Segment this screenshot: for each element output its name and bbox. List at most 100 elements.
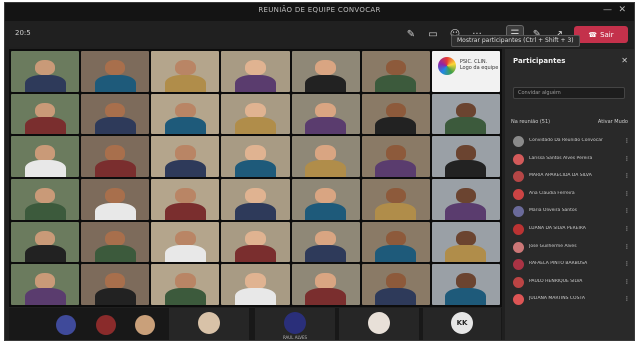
video-tile[interactable] bbox=[11, 93, 80, 135]
video-tile[interactable] bbox=[221, 179, 290, 220]
strip-tile[interactable] bbox=[91, 308, 121, 340]
video-tile[interactable] bbox=[11, 136, 80, 177]
video-tile[interactable] bbox=[151, 221, 220, 263]
participant-row[interactable]: JULIANA MARTINS COSTA ⁞ bbox=[505, 291, 634, 309]
video-tile[interactable] bbox=[291, 93, 360, 135]
mic-icon[interactable]: ⁞ bbox=[626, 137, 628, 145]
video-tile[interactable] bbox=[151, 93, 220, 135]
chat-icon[interactable]: ▭ bbox=[425, 26, 441, 42]
video-tile[interactable] bbox=[291, 136, 360, 177]
mute-all-button[interactable]: Ativar Mudo bbox=[598, 119, 628, 125]
video-tile[interactable] bbox=[361, 221, 430, 263]
mic-icon[interactable]: ⁞ bbox=[626, 190, 628, 198]
mic-icon[interactable]: ⁞ bbox=[626, 278, 628, 286]
participants-panel: Participantes ✕ Convidar alguém Na reuni… bbox=[505, 49, 634, 340]
video-tile[interactable] bbox=[431, 179, 500, 220]
video-tile[interactable] bbox=[361, 264, 430, 305]
video-tile[interactable] bbox=[81, 221, 150, 263]
participant-face bbox=[455, 102, 477, 119]
close-window-icon[interactable]: ✕ bbox=[618, 5, 626, 15]
participant-list: Convidado Da Reunião Convocar ⁞ Larissa Sa… bbox=[505, 133, 634, 309]
participant-body bbox=[375, 202, 417, 220]
video-tile[interactable] bbox=[361, 93, 430, 135]
strip-tile[interactable] bbox=[339, 308, 419, 340]
camera-icon[interactable]: ✎ bbox=[403, 26, 419, 42]
participant-row[interactable]: PAULO HENRIQUE SILVA ⁞ bbox=[505, 274, 634, 292]
strip-tile[interactable]: RAUL ALVES bbox=[255, 308, 335, 340]
strip-tile[interactable] bbox=[169, 308, 249, 340]
video-tile[interactable] bbox=[221, 51, 290, 92]
video-tile[interactable] bbox=[11, 179, 80, 220]
participant-body bbox=[164, 245, 206, 263]
participant-face bbox=[315, 187, 336, 204]
participant-row[interactable]: RAFAELA PINTO BARBOSA ⁞ bbox=[505, 256, 634, 274]
strip-tile[interactable] bbox=[127, 308, 163, 340]
participant-face bbox=[455, 145, 477, 161]
mic-icon[interactable]: ⁞ bbox=[626, 207, 628, 215]
mic-icon[interactable]: ⁞ bbox=[626, 295, 628, 303]
participant-row[interactable]: Ana Claudia Ferreira ⁞ bbox=[505, 186, 634, 204]
video-tile[interactable] bbox=[151, 51, 220, 92]
in-meeting-header[interactable]: Na reunião (51) bbox=[511, 119, 550, 125]
video-tile[interactable] bbox=[11, 221, 80, 263]
invite-input[interactable]: Convidar alguém bbox=[513, 87, 625, 99]
participant-row[interactable]: LUANA DA SILVA PEREIRA ⁞ bbox=[505, 221, 634, 239]
video-tile[interactable] bbox=[221, 136, 290, 177]
video-tile[interactable] bbox=[291, 51, 360, 92]
minimize-icon[interactable]: — bbox=[603, 5, 612, 15]
video-tile[interactable] bbox=[151, 136, 220, 177]
participant-name: Jose Guilherme Alves bbox=[529, 243, 577, 249]
video-tile[interactable] bbox=[431, 93, 500, 135]
participant-face bbox=[315, 59, 336, 76]
video-tile[interactable] bbox=[11, 264, 80, 305]
video-tile[interactable] bbox=[11, 51, 80, 92]
video-tile[interactable] bbox=[81, 179, 150, 220]
mic-icon[interactable]: ⁞ bbox=[626, 225, 628, 233]
video-tile[interactable] bbox=[361, 136, 430, 177]
participant-body bbox=[164, 74, 206, 92]
avatar bbox=[513, 223, 524, 235]
participant-row[interactable]: MARIA APARECIDA DA SILVA ⁞ bbox=[505, 168, 634, 186]
participant-body bbox=[24, 117, 66, 135]
participant-body bbox=[375, 159, 417, 177]
participant-face bbox=[175, 102, 196, 119]
strip-tile[interactable] bbox=[49, 308, 83, 340]
video-tile[interactable] bbox=[291, 221, 360, 263]
video-tile[interactable] bbox=[361, 51, 430, 92]
participant-face bbox=[385, 102, 406, 119]
video-tile[interactable] bbox=[81, 136, 150, 177]
mic-icon[interactable]: ⁞ bbox=[626, 243, 628, 251]
participant-row[interactable]: Jose Guilherme Alves ⁞ bbox=[505, 239, 634, 257]
participant-row[interactable]: Convidado Da Reunião Convocar ⁞ bbox=[505, 133, 634, 151]
video-tile[interactable] bbox=[151, 264, 220, 305]
participant-body bbox=[305, 117, 347, 135]
video-tile[interactable] bbox=[151, 179, 220, 220]
video-tile[interactable] bbox=[81, 93, 150, 135]
avatar bbox=[135, 315, 155, 335]
video-tile[interactable] bbox=[221, 264, 290, 305]
video-tile[interactable] bbox=[361, 179, 430, 220]
team-logo-tile[interactable]: PSIC. CLIN. Logo da equipe bbox=[431, 51, 500, 92]
video-tile[interactable] bbox=[431, 136, 500, 177]
leave-button[interactable]: ☎ Sair bbox=[574, 26, 628, 43]
avatar bbox=[513, 188, 524, 200]
mic-icon[interactable]: ⁞ bbox=[626, 172, 628, 180]
video-tile[interactable] bbox=[221, 221, 290, 263]
participant-name: JULIANA MARTINS COSTA bbox=[529, 296, 585, 302]
video-tile[interactable] bbox=[221, 93, 290, 135]
mic-icon[interactable]: ⁞ bbox=[626, 155, 628, 163]
participant-row[interactable]: Maria Oliveira Santos ⁞ bbox=[505, 203, 634, 221]
video-tile[interactable] bbox=[291, 179, 360, 220]
video-tile[interactable] bbox=[291, 264, 360, 305]
video-tile[interactable] bbox=[431, 221, 500, 263]
video-tile[interactable] bbox=[81, 264, 150, 305]
strip-tile[interactable]: KK bbox=[423, 308, 501, 340]
mic-icon[interactable]: ⁞ bbox=[626, 260, 628, 268]
video-tile[interactable] bbox=[81, 51, 150, 92]
participant-body bbox=[164, 159, 206, 177]
participant-body bbox=[164, 287, 206, 305]
participant-body bbox=[94, 159, 136, 177]
video-tile[interactable] bbox=[431, 264, 500, 305]
participant-row[interactable]: Larissa Santos Alves Pereira ⁞ bbox=[505, 151, 634, 169]
close-panel-icon[interactable]: ✕ bbox=[621, 56, 628, 65]
